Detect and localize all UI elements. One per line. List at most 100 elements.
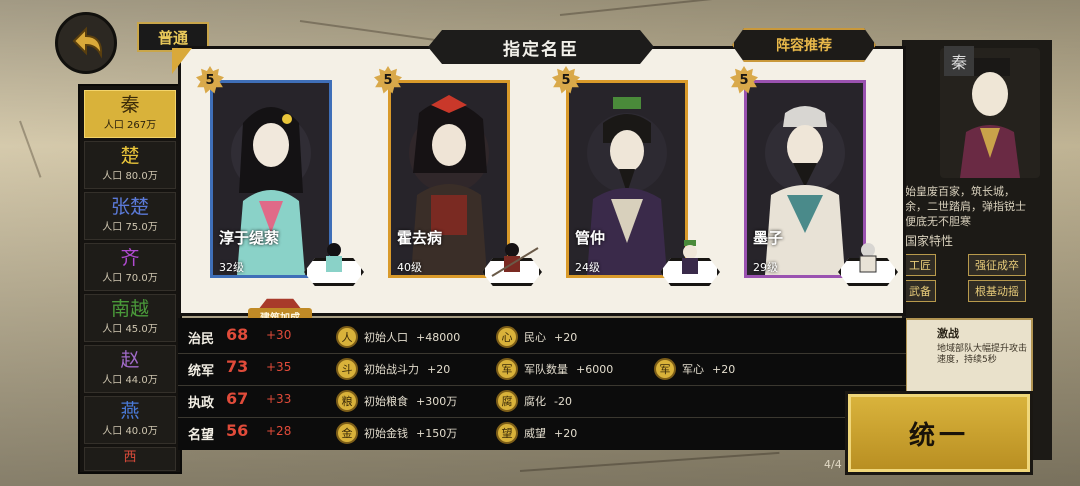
lineup-recommend-button[interactable]: 阵容推荐 xyxy=(732,28,876,62)
stat-bonus: +28 xyxy=(266,424,292,438)
stat-value: 67 xyxy=(226,389,249,408)
unit-pedestal xyxy=(838,240,898,286)
page-indicator: 4/4 xyxy=(824,458,842,471)
nation-name: 南越 xyxy=(110,298,149,320)
stat-effect: 军 军心 +20 xyxy=(654,356,735,382)
minister-name: 淳于缇萦 xyxy=(219,229,280,247)
nation-item-xi[interactable]: 西 xyxy=(84,447,176,471)
war-skill-title: 激战 xyxy=(937,327,959,340)
nation-mark: 秦 xyxy=(944,46,974,76)
effect-value: +300万 xyxy=(416,395,458,408)
nation-population: 人口 45.0万 xyxy=(102,324,158,335)
chibi-figure-icon xyxy=(326,243,342,272)
nation-item-zhao[interactable]: 赵 人口 44.0万 xyxy=(84,345,176,393)
effect-value: -20 xyxy=(554,394,572,408)
army-icon: 军 xyxy=(496,358,518,380)
stat-effect: 腐 腐化 -20 xyxy=(496,388,572,414)
effect-value: +20 xyxy=(554,426,578,440)
effect-value: +150万 xyxy=(416,427,458,440)
war-skill-card[interactable]: 激战 地域部队大幅提升攻击速度，持续5秒 xyxy=(905,318,1033,396)
stat-value: 56 xyxy=(226,421,249,440)
map-border xyxy=(19,120,42,178)
trait-badge[interactable]: 根基动摇 xyxy=(968,280,1026,302)
stat-bonus: +30 xyxy=(266,328,292,342)
nation-name: 秦 xyxy=(120,94,140,116)
effect-value: +6000 xyxy=(576,362,614,376)
effect-label: 军队数量 xyxy=(524,363,568,376)
nation-item-yan[interactable]: 燕 人口 40.0万 xyxy=(84,396,176,444)
stat-effect: 人 初始人口 +48000 xyxy=(336,324,460,350)
nation-name: 燕 xyxy=(120,400,140,422)
stat-bonus: +35 xyxy=(266,360,292,374)
trait-badge[interactable]: 强征成卒 xyxy=(968,254,1026,276)
nation-population: 人口 80.0万 xyxy=(102,171,158,182)
minister-level: 32级 xyxy=(219,261,244,274)
chibi-figure-icon xyxy=(491,243,539,277)
trait-badge[interactable]: 工匠 xyxy=(904,254,936,276)
trait-badge[interactable]: 武备 xyxy=(904,280,936,302)
minister-level: 40级 xyxy=(397,261,422,274)
minister-level: 24级 xyxy=(575,261,600,274)
stat-row: 治民 68 +30 人 初始人口 +48000 心 民心 +20 xyxy=(178,322,906,354)
war-skill-desc: 地域部队大幅提升攻击速度，持续5秒 xyxy=(937,344,1028,365)
nation-name: 赵 xyxy=(120,349,140,371)
minister-name: 管仲 xyxy=(575,229,606,247)
stats-table: 治民 68 +30 人 初始人口 +48000 心 民心 +20 统军 73 +… xyxy=(178,318,906,450)
nation-list: 秦 人口 267万 楚 人口 80.0万 张楚 人口 75.0万 齐 人口 70… xyxy=(78,84,182,474)
minister-name: 霍去病 xyxy=(397,229,443,247)
stat-effect: 望 威望 +20 xyxy=(496,420,577,446)
army-morale-icon: 军 xyxy=(654,358,676,380)
stat-name: 执政 xyxy=(188,396,215,411)
population-icon: 人 xyxy=(336,326,358,348)
prestige-icon: 望 xyxy=(496,422,518,444)
unify-button[interactable]: 统一 xyxy=(848,394,1030,472)
nation-description: 始皇废百家，筑长城，余，二世踏肩，弹指锐士便底无不胆寒 xyxy=(905,185,1026,228)
stat-bonus: +33 xyxy=(266,392,292,406)
traits-title: 国家特性 xyxy=(905,234,954,248)
nation-item-qin[interactable]: 秦 人口 267万 xyxy=(84,90,176,138)
map-border xyxy=(559,0,740,16)
chibi-figure-icon xyxy=(859,243,877,273)
back-button[interactable] xyxy=(55,12,117,74)
nation-item-chu[interactable]: 楚 人口 80.0万 xyxy=(84,141,176,189)
stat-value: 68 xyxy=(226,325,249,344)
nation-population: 人口 70.0万 xyxy=(102,273,158,284)
effect-label: 军心 xyxy=(682,363,704,376)
modal-title: 指定名臣 xyxy=(428,30,654,64)
stat-effect: 斗 初始战斗力 +20 xyxy=(336,356,450,382)
back-arrow-icon xyxy=(72,26,103,59)
effect-label: 初始战斗力 xyxy=(364,363,419,376)
grain-icon: 粮 xyxy=(336,390,358,412)
game-screen: 普通 秦 人口 267万 楚 人口 80.0万 张楚 人口 75.0万 齐 人口… xyxy=(0,0,1080,486)
unit-pedestal xyxy=(660,240,720,286)
nation-name: 西 xyxy=(123,450,137,465)
nation-item-qi[interactable]: 齐 人口 70.0万 xyxy=(84,243,176,291)
stat-effect: 金 初始金钱 +150万 xyxy=(336,420,457,446)
coin-icon: 金 xyxy=(336,422,358,444)
map-border xyxy=(519,451,780,472)
effect-value: +20 xyxy=(554,330,578,344)
corruption-icon: 腐 xyxy=(496,390,518,412)
stat-effect: 粮 初始粮食 +300万 xyxy=(336,388,457,414)
stat-name: 治民 xyxy=(188,332,215,347)
effect-value: +48000 xyxy=(416,330,461,344)
nation-population: 人口 267万 xyxy=(103,120,157,131)
unit-pedestal xyxy=(304,240,364,286)
unit-pedestal xyxy=(482,240,542,286)
nation-population: 人口 75.0万 xyxy=(102,222,158,233)
effect-label: 初始粮食 xyxy=(364,395,408,408)
stat-effect: 心 民心 +20 xyxy=(496,324,577,350)
nation-name: 张楚 xyxy=(110,196,149,218)
nation-item-nanyue[interactable]: 南越 人口 45.0万 xyxy=(84,294,176,342)
effect-value: +20 xyxy=(712,362,736,376)
stat-row: 统军 73 +35 斗 初始战斗力 +20 军 军队数量 +6000 军 军心 … xyxy=(178,354,906,386)
combat-power-icon: 斗 xyxy=(336,358,358,380)
minister-level: 29级 xyxy=(753,261,778,274)
nation-population: 人口 44.0万 xyxy=(102,375,158,386)
effect-label: 初始人口 xyxy=(364,331,408,344)
nation-item-zhangchu[interactable]: 张楚 人口 75.0万 xyxy=(84,192,176,240)
chibi-figure-icon xyxy=(682,240,698,274)
effect-label: 民心 xyxy=(524,331,546,344)
effect-value: +20 xyxy=(427,362,451,376)
minister-name: 墨子 xyxy=(753,229,784,247)
